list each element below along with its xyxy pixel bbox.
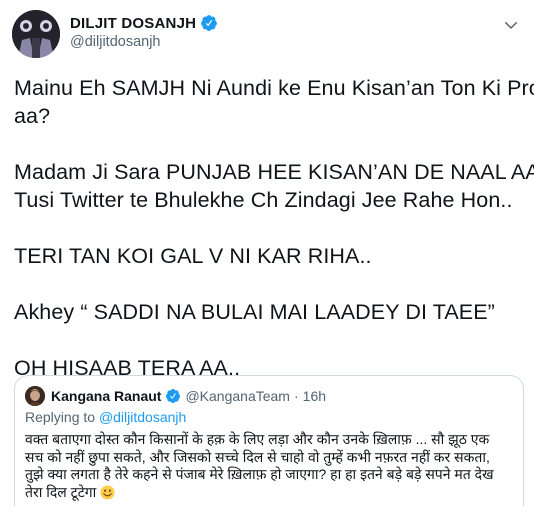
tweet-text-line: Tusi Twitter te Bhulekhe Ch Zindagi Jee … <box>14 188 513 212</box>
quoted-author-display-name[interactable]: Kangana Ranaut <box>51 388 161 404</box>
chevron-down-icon <box>505 22 517 29</box>
smiling-face-emoji-icon <box>100 484 115 500</box>
quoted-tweet-timestamp[interactable]: 16h <box>303 388 326 404</box>
author-display-name[interactable]: DILJIT DOSANJH <box>70 15 196 32</box>
quoted-text-line: सच को नहीं छुपा सकते, और जिसको सच्चे दिल… <box>25 448 490 465</box>
replying-to-line: Replying to @diljitdosanjh <box>25 409 186 425</box>
verified-badge-icon <box>200 14 218 32</box>
author-avatar[interactable] <box>12 10 60 58</box>
tweet-text-line: Madam Ji Sara PUNJAB HEE KISAN’AN DE NAA… <box>14 160 534 184</box>
dot-separator: · <box>293 388 299 404</box>
tweet-text-line: Akhey “ SADDI NA BULAI MAI LAADEY DI TAE… <box>14 300 495 324</box>
replying-to-handle-link[interactable]: @diljitdosanjh <box>99 409 186 425</box>
replying-to-label: Replying to <box>25 409 96 425</box>
quoted-text-line-last: तेरा दिल टूटेगा <box>25 484 517 502</box>
tweet-text-line: Mainu Eh SAMJH Ni Aundi ke Enu Kisan’an … <box>14 76 534 100</box>
tweet-body-text: Mainu Eh SAMJH Ni Aundi ke Enu Kisan’an … <box>14 74 534 382</box>
verified-badge-icon <box>165 388 181 404</box>
quoted-tweet[interactable]: Kangana Ranaut @KanganaTeam · 16h Replyi… <box>14 375 524 506</box>
quoted-text-fragment: तेरा दिल टूटेगा <box>25 483 97 500</box>
quoted-text-line: तुझे क्या लगता है तेरे कहने से पंजाब मेर… <box>25 466 494 482</box>
quoted-tweet-text: वक्त बताएगा दोस्त कौन किसानों के हक़ के … <box>25 431 517 501</box>
quoted-text-line: वक्त बताएगा दोस्त कौन किसानों के हक़ के … <box>25 431 490 447</box>
author-handle[interactable]: @diljitdosanjh <box>70 34 161 50</box>
more-options-button[interactable] <box>500 14 522 36</box>
quoted-author-avatar[interactable] <box>25 386 45 406</box>
tweet-text-line: aa? <box>14 104 51 128</box>
quoted-author-handle[interactable]: @KanganaTeam <box>185 388 290 404</box>
quoted-tweet-header[interactable]: Kangana Ranaut @KanganaTeam · 16h <box>25 386 326 406</box>
tweet-text-line: TERI TAN KOI GAL V NI KAR RIHA.. <box>14 244 372 268</box>
author-name-row[interactable]: DILJIT DOSANJH <box>70 14 218 32</box>
tweet-card: DILJIT DOSANJH @diljitdosanjh Mainu Eh S… <box>0 0 534 506</box>
